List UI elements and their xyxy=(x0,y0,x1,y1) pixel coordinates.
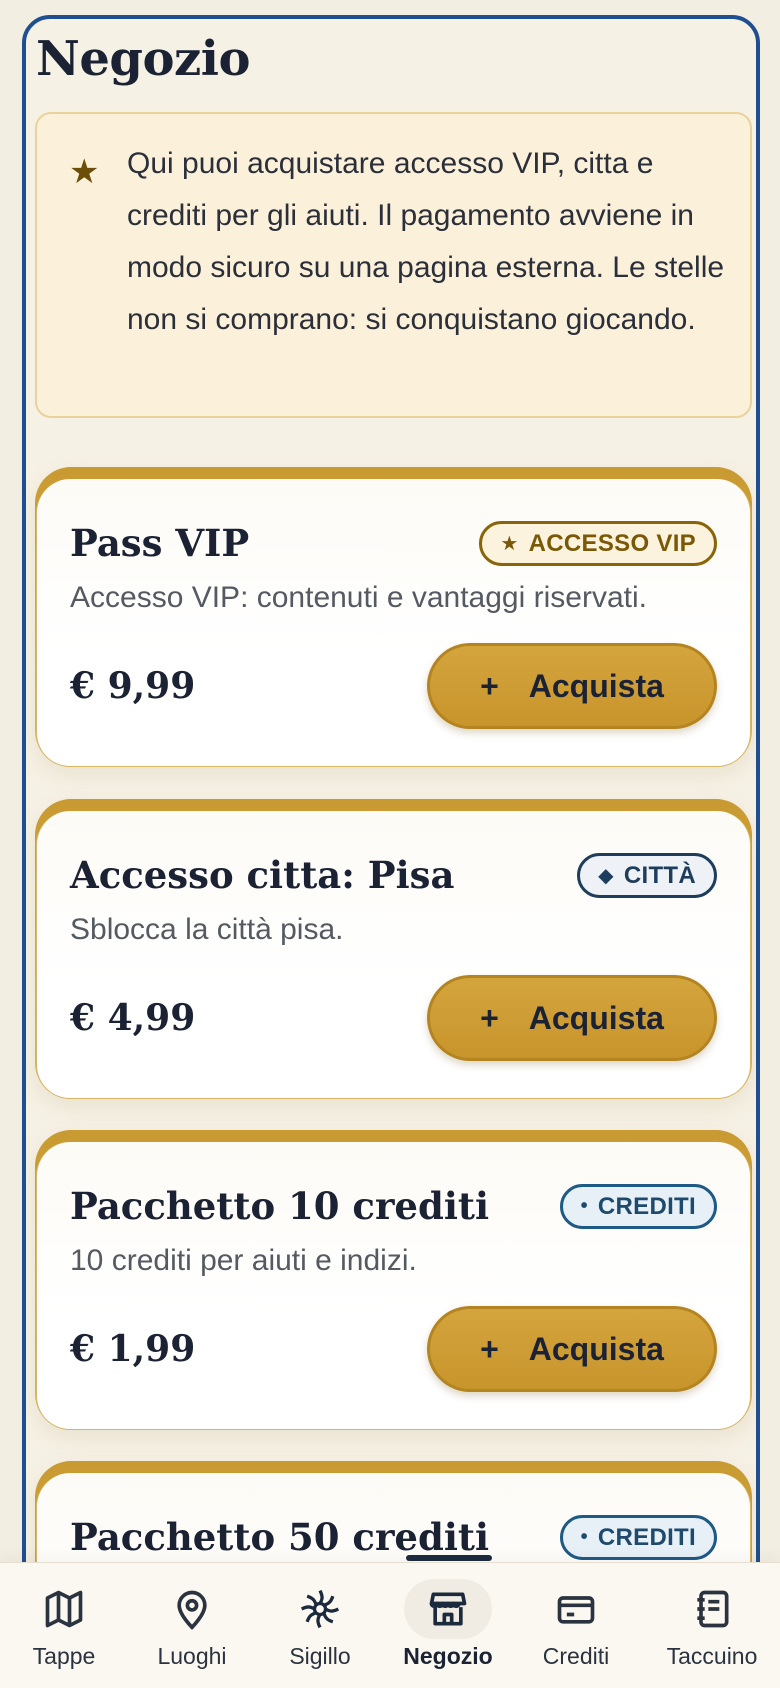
shop-screen: Negozio ★ Qui puoi acquistare accesso VI… xyxy=(22,15,760,1688)
buy-button[interactable]: + Acquista xyxy=(427,1306,717,1392)
credit-card-icon xyxy=(557,1596,595,1624)
star-icon: ★ xyxy=(69,152,100,192)
product-description: Sblocca la città pisa. xyxy=(70,913,344,946)
plus-icon: + xyxy=(480,999,499,1036)
nav-item-negozio[interactable]: Negozio xyxy=(384,1563,512,1688)
nav-item-taccuino[interactable]: Taccuino xyxy=(648,1563,776,1688)
buy-label: Acquista xyxy=(528,1330,664,1367)
page-title: Negozio xyxy=(36,31,251,87)
product-title: Pacchetto 50 crediti xyxy=(70,1515,490,1559)
active-indicator xyxy=(406,1555,492,1561)
product-price: € 1,99 xyxy=(70,1328,196,1370)
nav-item-tappe[interactable]: Tappe xyxy=(0,1563,128,1688)
badge-label: CREDITI xyxy=(597,1523,696,1551)
diamond-icon: ◆ xyxy=(598,865,614,887)
nav-label: Crediti xyxy=(542,1643,610,1669)
nav-label: Tappe xyxy=(32,1643,96,1669)
product-title: Accesso citta: Pisa xyxy=(70,853,455,897)
buy-button[interactable]: + Acquista xyxy=(427,975,717,1061)
nav-label: Luoghi xyxy=(157,1643,227,1669)
notebook-icon xyxy=(697,1590,729,1628)
product-title: Pacchetto 10 crediti xyxy=(70,1184,490,1228)
nav-item-luoghi[interactable]: Luoghi xyxy=(128,1563,256,1688)
info-text: Qui puoi acquistare accesso VIP, citta e… xyxy=(127,147,725,336)
nav-label: Negozio xyxy=(403,1643,493,1669)
star-icon: ★ xyxy=(500,533,519,555)
buy-button[interactable]: + Acquista xyxy=(427,643,717,729)
badge-credits: • CREDITI xyxy=(559,1515,717,1560)
product-price: € 9,99 xyxy=(70,665,196,707)
bottom-nav: Tappe Luoghi Sigillo Negozio Crediti Tac… xyxy=(0,1555,780,1688)
dot-icon: • xyxy=(580,1526,588,1548)
badge-label: ACCESSO VIP xyxy=(528,529,696,557)
product-price: € 4,99 xyxy=(70,997,196,1039)
product-description: Accesso VIP: contenuti e vantaggi riserv… xyxy=(70,581,647,614)
location-pin-icon xyxy=(177,1590,207,1630)
badge-label: CITTÀ xyxy=(623,861,696,889)
badge-city: ◆ CITTÀ xyxy=(577,853,717,898)
badge-label: CREDITI xyxy=(597,1192,696,1220)
info-box: ★ Qui puoi acquistare accesso VIP, citta… xyxy=(35,112,752,418)
product-card-credits-10: Pacchetto 10 crediti • CREDITI 10 credit… xyxy=(35,1130,752,1430)
nav-item-crediti[interactable]: Crediti xyxy=(512,1563,640,1688)
product-card-city: Accesso citta: Pisa ◆ CITTÀ Sblocca la c… xyxy=(35,799,752,1099)
map-icon xyxy=(45,1590,83,1628)
nav-label: Taccuino xyxy=(666,1643,758,1669)
store-icon xyxy=(429,1592,467,1626)
seal-icon xyxy=(300,1589,340,1629)
dot-icon: • xyxy=(580,1195,588,1217)
badge-vip: ★ ACCESSO VIP xyxy=(479,521,717,566)
nav-item-sigillo[interactable]: Sigillo xyxy=(256,1563,384,1688)
product-title: Pass VIP xyxy=(70,521,250,565)
nav-label: Sigillo xyxy=(289,1643,351,1669)
product-description: 10 crediti per aiuti e indizi. xyxy=(70,1244,417,1277)
badge-credits: • CREDITI xyxy=(559,1184,717,1229)
buy-label: Acquista xyxy=(528,999,664,1036)
plus-icon: + xyxy=(480,667,499,704)
plus-icon: + xyxy=(480,1330,499,1367)
buy-label: Acquista xyxy=(528,667,664,704)
product-card-vip: Pass VIP ★ ACCESSO VIP Accesso VIP: cont… xyxy=(35,467,752,767)
